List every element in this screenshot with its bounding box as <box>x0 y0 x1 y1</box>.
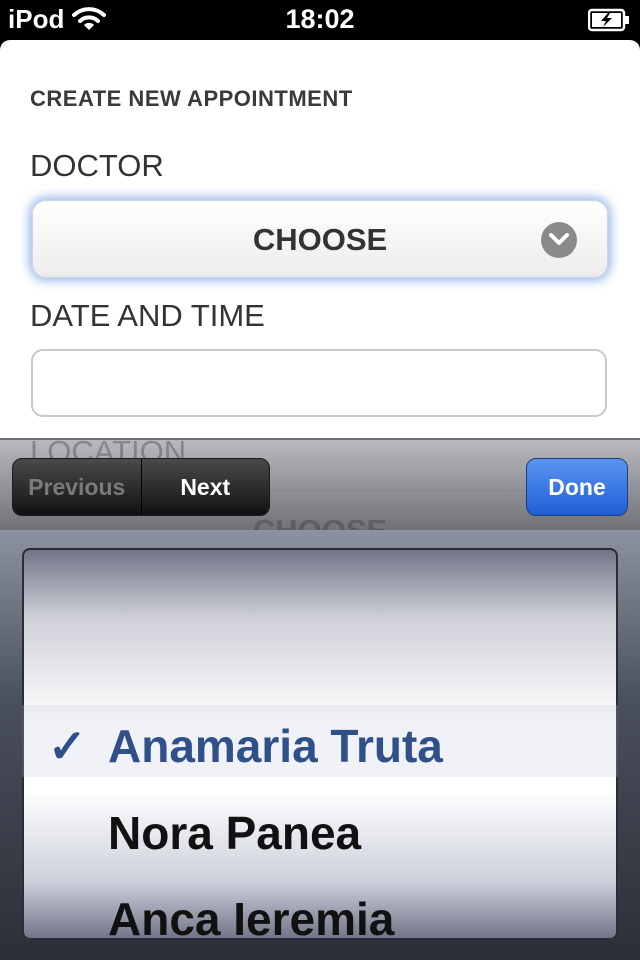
clock: 18:02 <box>285 4 355 34</box>
doctor-label: DOCTOR <box>30 148 164 183</box>
battery-charging-icon <box>587 8 630 37</box>
form-title: CREATE NEW APPOINTMENT <box>30 86 353 111</box>
checkmark-icon: ✓ <box>48 720 87 772</box>
appointment-form: CREATE NEW APPOINTMENT DOCTOR CHOOSE DAT… <box>0 40 640 440</box>
status-bar: iPod 18:02 <box>0 0 640 40</box>
next-button[interactable]: Next <box>142 459 270 515</box>
chevron-down-icon <box>541 222 577 258</box>
picker-option-anca-ieremia[interactable]: Anca Ieremia <box>108 892 394 940</box>
datetime-input[interactable] <box>31 349 607 417</box>
prev-next-segmented-control: Previous Next <box>12 458 270 516</box>
keyboard-toolbar: LOCATION CHOOSE Previous Next Done <box>0 438 640 532</box>
doctor-picker: ✓ Anamaria Truta Nora Panea Anca Ieremia <box>0 530 640 960</box>
previous-button[interactable]: Previous <box>13 459 142 515</box>
datetime-label: DATE AND TIME <box>30 298 265 333</box>
picker-option-nora-panea[interactable]: Nora Panea <box>108 806 361 860</box>
done-button[interactable]: Done <box>526 458 628 516</box>
doctor-select[interactable]: CHOOSE <box>32 200 608 278</box>
picker-wheel[interactable]: ✓ Anamaria Truta Nora Panea Anca Ieremia <box>22 548 618 940</box>
picker-option-anamaria-truta[interactable]: Anamaria Truta <box>108 719 443 773</box>
doctor-select-value: CHOOSE <box>252 222 388 257</box>
